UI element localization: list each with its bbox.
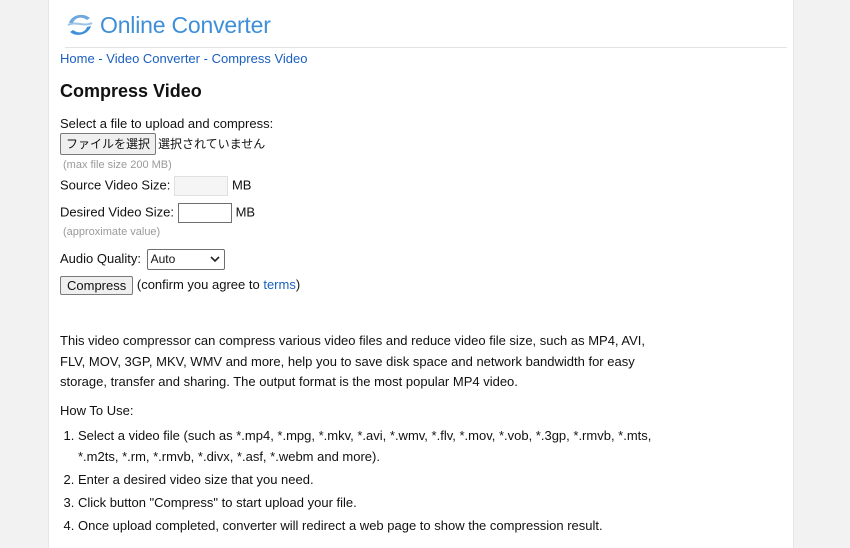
list-item: Enter a desired video size that you need… xyxy=(78,470,668,491)
file-picker: ファイルを選択 選択されていません xyxy=(60,133,265,155)
terms-link[interactable]: terms xyxy=(263,277,296,292)
breadcrumb-separator: - xyxy=(203,51,208,66)
source-size-label: Source Video Size: xyxy=(60,177,171,193)
list-item: Select a video file (such as *.mp4, *.mp… xyxy=(78,426,668,467)
compress-row: Compress (confirm you agree to terms) xyxy=(60,276,300,295)
source-size-row: Source Video Size: MB xyxy=(60,176,251,196)
list-item: Click button "Compress" to start upload … xyxy=(78,493,668,514)
breadcrumb-video-converter-link[interactable]: Video Converter xyxy=(106,51,200,66)
how-to-heading: How To Use: xyxy=(60,403,134,418)
choose-file-button[interactable]: ファイルを選択 xyxy=(60,133,157,155)
audio-quality-select[interactable]: Auto xyxy=(146,249,225,270)
approx-value-hint: (approximate value) xyxy=(63,226,161,238)
compress-button[interactable]: Compress xyxy=(60,276,134,295)
site-header: Online Converter xyxy=(65,11,787,48)
desired-size-label: Desired Video Size: xyxy=(60,204,174,220)
confirm-text: (confirm you agree to xyxy=(136,276,260,292)
confirm-suffix: ) xyxy=(295,276,301,292)
page-title: Compress Video xyxy=(60,81,202,101)
audio-quality-value: Auto xyxy=(150,252,176,266)
desired-size-unit: MB xyxy=(235,204,256,220)
description-text: This video compressor can compress vario… xyxy=(60,333,646,389)
breadcrumb-home-link[interactable]: Home xyxy=(60,51,95,66)
how-to-steps: Select a video file (such as *.mp4, *.mp… xyxy=(60,426,668,539)
chevron-down-icon xyxy=(209,256,220,263)
list-item: Once upload completed, converter will re… xyxy=(78,516,668,537)
desired-size-row: Desired Video Size: MB xyxy=(60,203,255,223)
page-container: Online Converter Home - Video Converter … xyxy=(48,0,794,548)
swirl-logo-icon[interactable] xyxy=(65,11,95,39)
site-title[interactable]: Online Converter xyxy=(100,11,271,39)
audio-quality-row: Audio Quality: Auto xyxy=(60,249,225,270)
desired-size-input[interactable] xyxy=(177,203,232,223)
audio-quality-label: Audio Quality: xyxy=(60,250,141,266)
breadcrumb-current-link[interactable]: Compress Video xyxy=(212,51,308,66)
file-status-text: 選択されていません xyxy=(158,137,266,151)
max-size-hint: (max file size 200 MB) xyxy=(63,159,172,171)
select-file-label: Select a file to upload and compress: xyxy=(60,116,274,131)
breadcrumb-separator: - xyxy=(98,51,103,66)
source-size-field xyxy=(173,176,228,196)
breadcrumb: Home - Video Converter - Compress Video xyxy=(60,51,307,67)
source-size-unit: MB xyxy=(231,177,252,193)
